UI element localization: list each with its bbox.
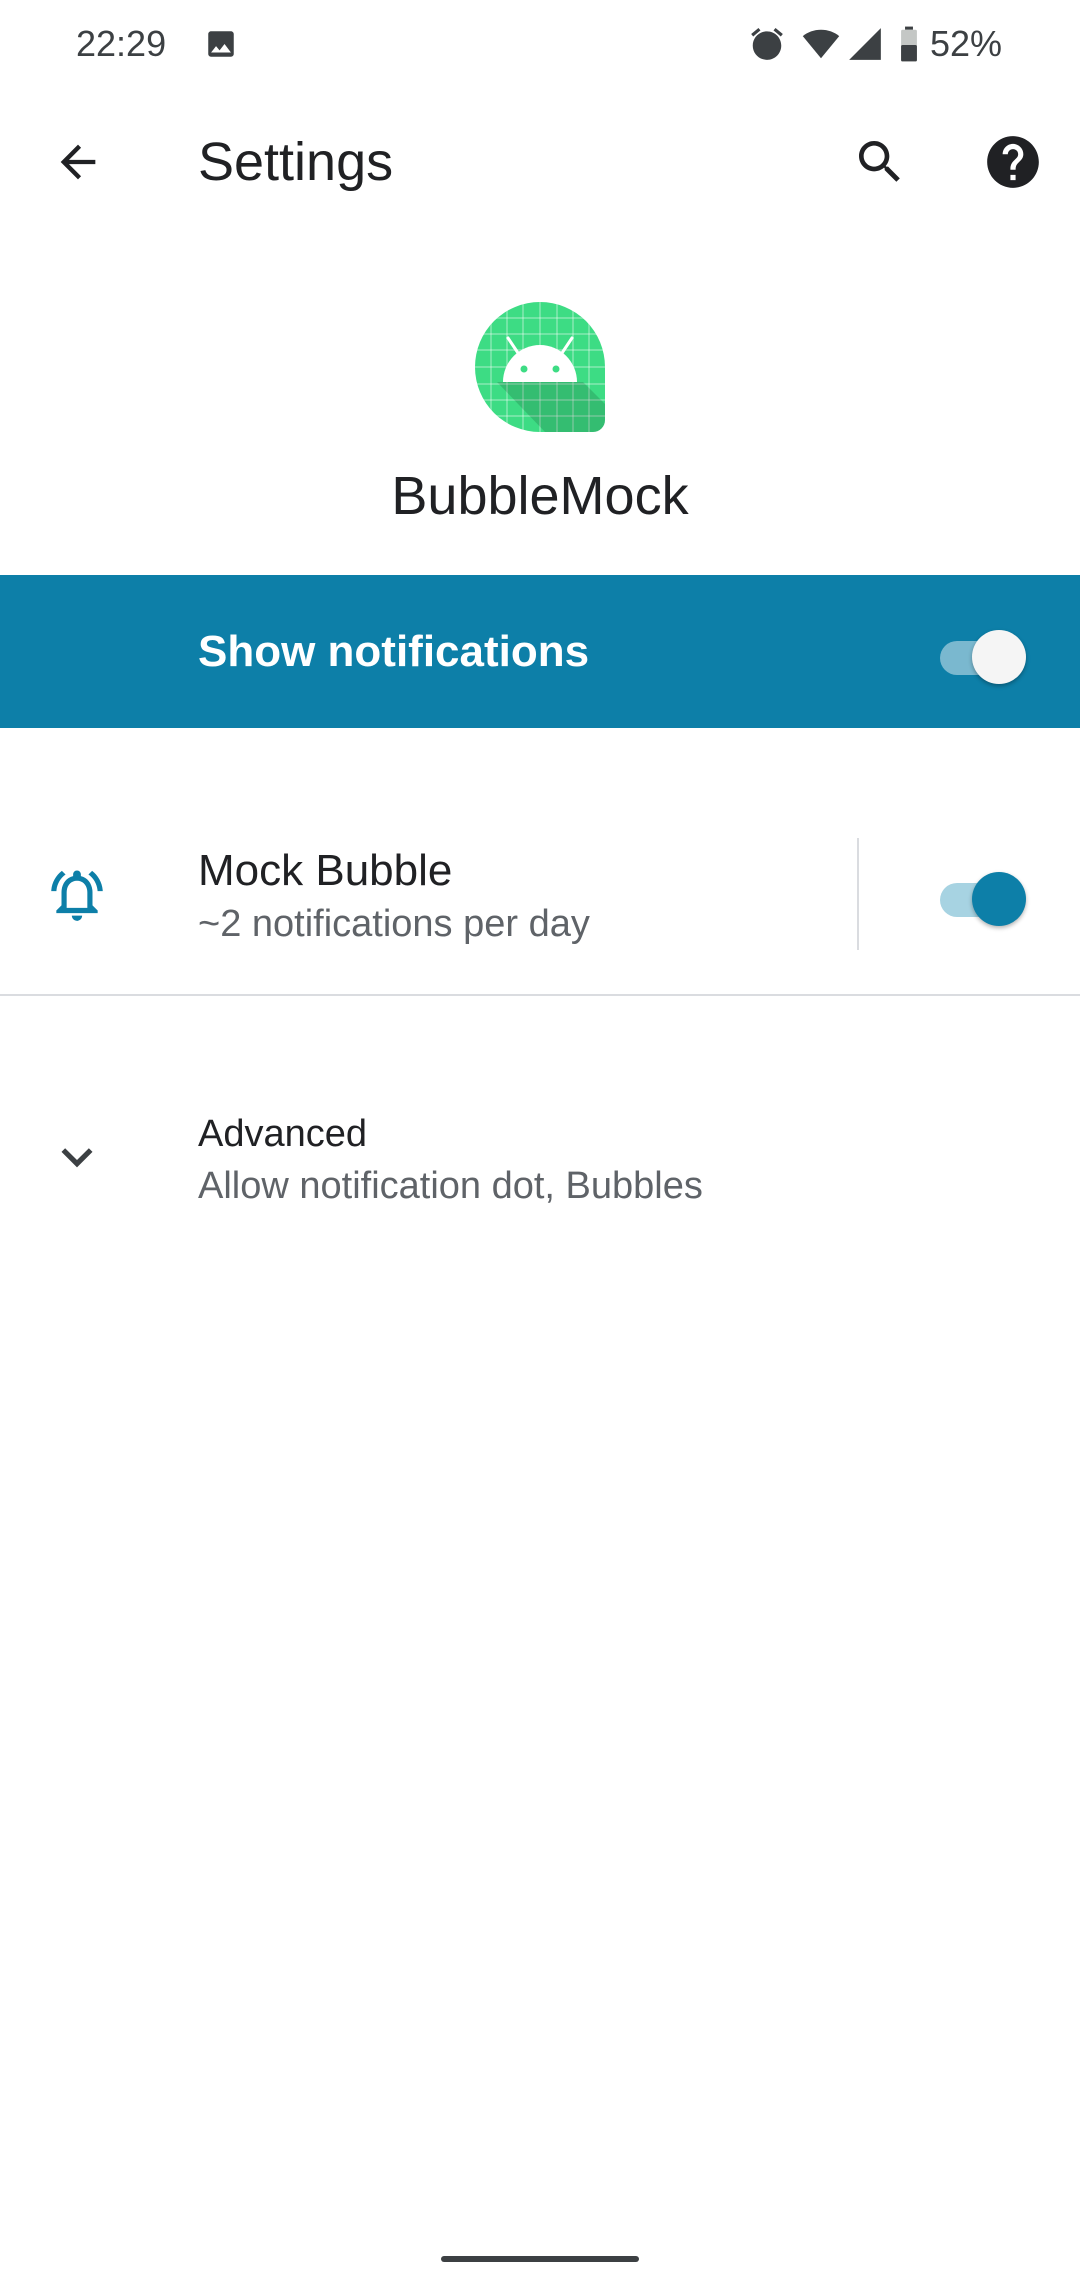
status-icons: 52% (748, 20, 1002, 68)
wifi-icon (802, 29, 840, 59)
notification-bell-icon (51, 870, 103, 921)
show-notifications-row[interactable]: Show notifications (0, 575, 1080, 728)
chevron-down-icon (61, 1148, 93, 1168)
help-button[interactable] (973, 122, 1053, 202)
channel-divider (857, 838, 859, 950)
mock-bubble-toggle[interactable] (936, 866, 1026, 926)
search-button[interactable] (840, 122, 920, 202)
advanced-row[interactable]: Advanced Allow notification dot, Bubbles (0, 1080, 1080, 1230)
section-divider (0, 994, 1080, 996)
help-icon (987, 136, 1039, 188)
status-time: 22:29 (76, 23, 167, 64)
advanced-summary: Allow notification dot, Bubbles (198, 1165, 703, 1207)
app-bar: Settings (0, 100, 1080, 224)
channel-summary: ~2 notifications per day (198, 903, 590, 945)
alarm-icon (751, 27, 783, 60)
show-notifications-label: Show notifications (198, 627, 590, 676)
gallery-icon (208, 31, 234, 57)
toggle-thumb (972, 872, 1026, 926)
show-notifications-toggle[interactable] (936, 624, 1026, 684)
search-icon (859, 141, 900, 182)
back-button[interactable] (38, 122, 118, 202)
toggle-thumb (972, 630, 1026, 684)
app-name: BubbleMock (391, 466, 689, 526)
channel-row-mock-bubble[interactable]: Mock Bubble ~2 notifications per day (0, 800, 1080, 990)
gesture-nav-handle[interactable] (441, 2256, 639, 2262)
advanced-title: Advanced (198, 1113, 368, 1155)
channel-title: Mock Bubble (198, 846, 453, 895)
status-bar: 22:29 52% (0, 0, 1080, 90)
signal-icon (849, 28, 881, 60)
android-app-icon (475, 302, 605, 432)
back-arrow-icon (60, 144, 96, 180)
battery-percent: 52% (929, 23, 1002, 64)
page-title: Settings (198, 132, 394, 192)
battery-icon (901, 26, 917, 62)
